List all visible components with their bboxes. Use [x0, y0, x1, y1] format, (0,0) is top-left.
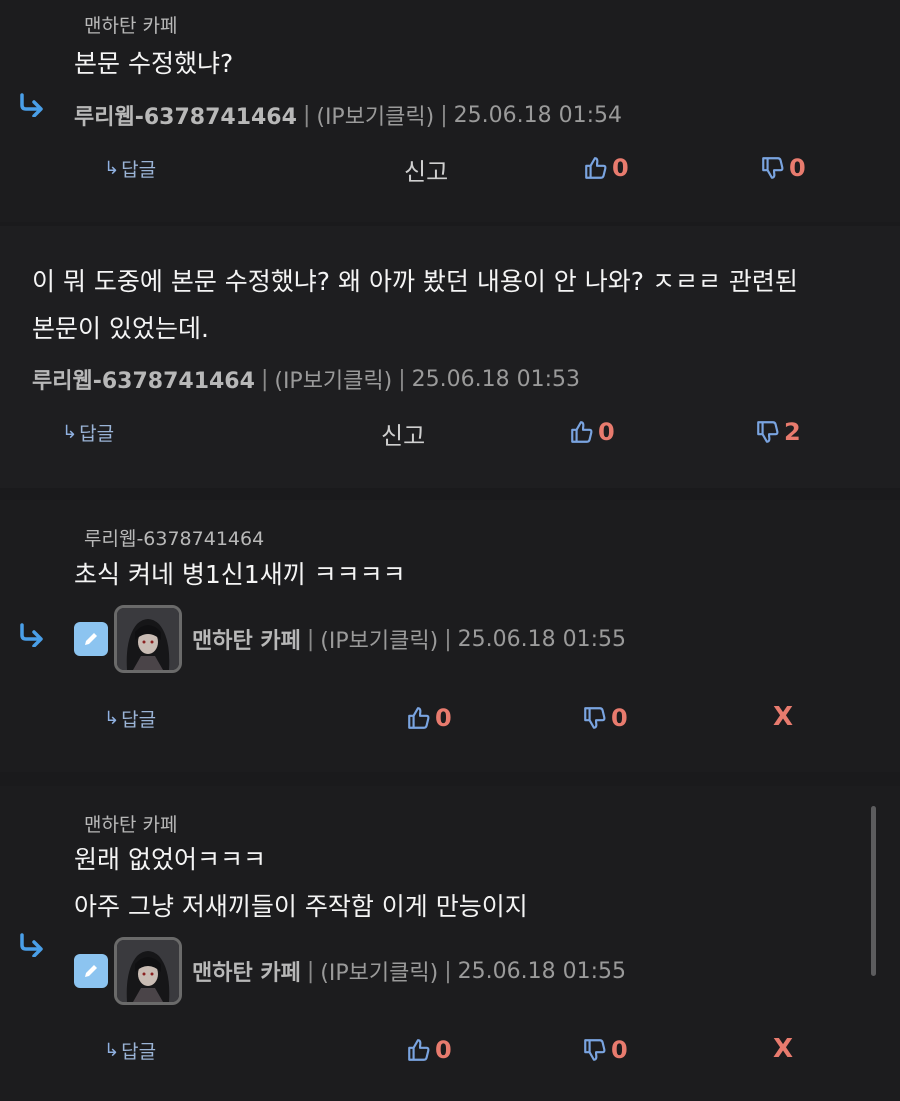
thumb-up-icon — [406, 1037, 432, 1063]
reply-button[interactable]: ↳ 답글 — [104, 705, 156, 732]
author-name[interactable]: 루리웹-6378741464 — [32, 363, 255, 395]
reply-label: 답글 — [121, 709, 157, 731]
comment-content: 초식 켜네 병1신1새끼 ㅋㅋㅋㅋ — [74, 551, 406, 598]
author-name[interactable]: 맨하탄 카페 — [192, 955, 301, 987]
like-button[interactable]: 0 — [583, 154, 629, 182]
like-button[interactable]: 0 — [569, 418, 615, 446]
dislike-button[interactable]: 0 — [582, 704, 628, 732]
quoted-author: 루리웹-6378741464 — [84, 528, 265, 550]
like-count: 0 — [435, 1036, 452, 1064]
content-line: 아주 그냥 저새끼들이 주작함 이게 만능이지 — [74, 892, 528, 921]
reply-label: 답글 — [121, 159, 157, 181]
reply-button[interactable]: ↳ 답글 — [104, 1037, 156, 1064]
delete-button[interactable]: X — [773, 1034, 793, 1064]
comment-reply: 맨하탄 카페 원래 없었어ㅋㅋㅋ 아주 그냥 저새끼들이 주작함 이게 만능이지… — [0, 786, 900, 1101]
comment-meta: 맨하탄 카페 | (IP보기클릭) | 25.06.18 01:55 — [74, 605, 626, 673]
like-count: 0 — [435, 704, 452, 732]
timestamp: 25.06.18 01:55 — [457, 626, 626, 652]
dislike-count: 0 — [611, 1036, 628, 1064]
timestamp: 25.06.18 01:54 — [453, 102, 623, 128]
report-button[interactable]: 신고 — [404, 152, 448, 187]
timestamp: 25.06.18 01:55 — [457, 958, 626, 984]
reply-button[interactable]: ↳ 답글 — [62, 419, 114, 446]
dislike-button[interactable]: 0 — [582, 1036, 628, 1064]
separator: | — [306, 958, 315, 984]
dislike-count: 0 — [789, 154, 806, 182]
thumb-down-icon — [582, 705, 608, 731]
avatar — [114, 937, 182, 1005]
thumb-down-icon — [760, 155, 786, 181]
like-button[interactable]: 0 — [406, 1036, 452, 1064]
comment-content: 원래 없었어ㅋㅋㅋ 아주 그냥 저새끼들이 주작함 이게 만능이지 — [74, 836, 528, 930]
ip-view-link[interactable]: (IP보기클릭) — [320, 955, 438, 987]
separator: | — [444, 958, 452, 984]
report-button[interactable]: 신고 — [381, 416, 425, 451]
reply-label: 답글 — [121, 1041, 157, 1063]
separator: | — [306, 626, 315, 652]
ip-view-link[interactable]: (IP보기클릭) — [274, 363, 392, 395]
avatar-image — [117, 940, 179, 1002]
content-line: 본문 수정했냐? — [74, 49, 234, 78]
like-button[interactable]: 0 — [406, 704, 452, 732]
ip-view-link[interactable]: (IP보기클릭) — [320, 623, 438, 655]
reply-button[interactable]: ↳ 답글 — [104, 155, 156, 182]
author-name[interactable]: 루리웹-6378741464 — [74, 99, 297, 131]
dislike-count: 2 — [784, 418, 801, 446]
comment-meta: 루리웹-6378741464 | (IP보기클릭) | 25.06.18 01:… — [32, 363, 580, 395]
reply-arrow-icon — [17, 93, 47, 117]
avatar — [114, 605, 182, 673]
content-line: 원래 없었어ㅋㅋㅋ — [74, 845, 266, 874]
quoted-author: 맨하탄 카페 — [84, 814, 178, 836]
separator: | — [444, 626, 452, 652]
reply-hook-icon: ↳ — [104, 708, 120, 729]
dislike-count: 0 — [611, 704, 628, 732]
content-line: 본문이 있었는데. — [32, 314, 209, 343]
ip-view-link[interactable]: (IP보기클릭) — [316, 99, 434, 131]
thumb-down-icon — [755, 419, 781, 445]
separator: | — [260, 366, 269, 392]
reply-hook-icon: ↳ — [62, 422, 78, 443]
comment-meta: 맨하탄 카페 | (IP보기클릭) | 25.06.18 01:55 — [74, 937, 626, 1005]
avatar-image — [117, 608, 179, 670]
like-count: 0 — [612, 154, 629, 182]
comment-content: 이 뭐 도중에 본문 수정했냐? 왜 아까 봤던 내용이 안 나와? ㅈㄹㄹ 관… — [32, 258, 798, 352]
reply-label: 답글 — [79, 423, 115, 445]
content-line: 초식 켜네 병1신1새끼 ㅋㅋㅋㅋ — [74, 560, 406, 589]
reply-arrow-icon — [17, 933, 47, 957]
edit-button[interactable] — [74, 622, 108, 656]
reply-arrow-icon — [17, 623, 47, 647]
pencil-icon — [81, 629, 101, 649]
comment-meta: 루리웹-6378741464 | (IP보기클릭) | 25.06.18 01:… — [74, 99, 622, 131]
like-count: 0 — [598, 418, 615, 446]
thumb-down-icon — [582, 1037, 608, 1063]
quoted-author: 맨하탄 카페 — [84, 15, 178, 37]
author-name[interactable]: 맨하탄 카페 — [192, 623, 301, 655]
scrollbar[interactable] — [871, 806, 876, 976]
thumb-up-icon — [583, 155, 609, 181]
thumb-up-icon — [406, 705, 432, 731]
timestamp: 25.06.18 01:53 — [411, 366, 581, 392]
reply-hook-icon: ↳ — [104, 1040, 120, 1061]
dislike-button[interactable]: 0 — [760, 154, 806, 182]
dislike-button[interactable]: 2 — [755, 418, 801, 446]
comment-reply: 루리웹-6378741464 초식 켜네 병1신1새끼 ㅋㅋㅋㅋ 맨하탄 카페 … — [0, 500, 900, 772]
delete-button[interactable]: X — [773, 702, 793, 732]
separator: | — [398, 366, 406, 392]
reply-hook-icon: ↳ — [104, 158, 120, 179]
comment-reply: 맨하탄 카페 본문 수정했냐? 루리웹-6378741464 | (IP보기클릭… — [0, 0, 900, 222]
edit-button[interactable] — [74, 954, 108, 988]
comment-content: 본문 수정했냐? — [74, 40, 233, 87]
pencil-icon — [81, 961, 101, 981]
content-line: 이 뭐 도중에 본문 수정했냐? 왜 아까 봤던 내용이 안 나와? ㅈㄹㄹ 관… — [32, 267, 798, 296]
separator: | — [440, 102, 448, 128]
comment-main: 이 뭐 도중에 본문 수정했냐? 왜 아까 봤던 내용이 안 나와? ㅈㄹㄹ 관… — [0, 226, 900, 488]
separator: | — [302, 102, 311, 128]
thumb-up-icon — [569, 419, 595, 445]
